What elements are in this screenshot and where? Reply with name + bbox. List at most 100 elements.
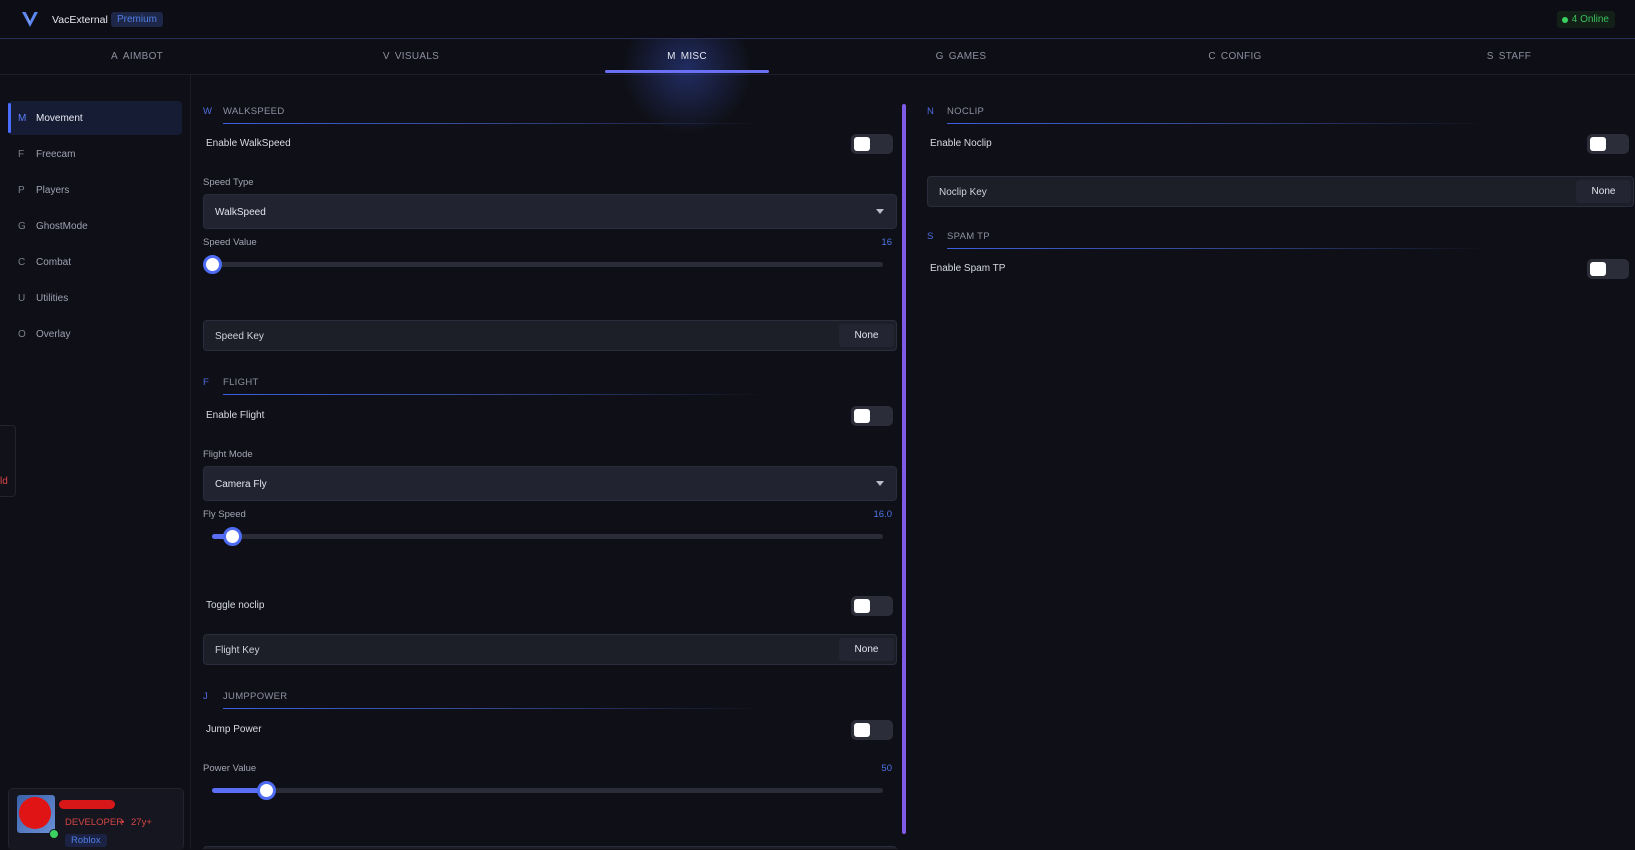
tab-key: S: [1486, 51, 1494, 62]
section-divider: [947, 248, 1487, 249]
section-header-noclip: N NOCLIP: [924, 102, 1635, 124]
toggle-knob: [1590, 262, 1606, 276]
sidebar-item-label: Utilities: [36, 292, 69, 304]
tab-visuals[interactable]: V VISUALS: [343, 39, 479, 74]
sidebar-item-overlay[interactable]: O Overlay: [8, 317, 182, 351]
sidebar-item-label: Overlay: [36, 328, 71, 340]
section-divider: [223, 394, 763, 395]
jump-power-toggle[interactable]: [851, 720, 893, 740]
nav-key: P: [18, 184, 25, 196]
main-tabs: A AIMBOT V VISUALS M MISC G GAMES C CONFIG SS…: [0, 39, 1635, 139]
tab-key: C: [1208, 51, 1216, 62]
slider-thumb[interactable]: [223, 527, 242, 546]
section-header-walkspeed: W WALKSPEED: [200, 102, 900, 124]
keybind-label: Speed Key: [215, 331, 264, 342]
nav-key: O: [18, 328, 26, 340]
tab-aimbot[interactable]: A AIMBOT: [69, 39, 205, 74]
chevron-down-icon: [876, 209, 884, 214]
toggle-knob: [854, 599, 870, 613]
right-settings-panel: N NOCLIP Enable Noclip Noclip Key None S…: [924, 90, 1635, 390]
online-dot-icon: [1561, 16, 1568, 23]
toggle-knob: [854, 409, 870, 423]
active-tab-indicator: [605, 70, 769, 73]
sidebar-item-movement[interactable]: M Movement: [8, 101, 182, 135]
tab-key: M: [667, 51, 676, 62]
section-key: N: [927, 106, 934, 117]
tab-key: G: [935, 51, 944, 62]
sidebar-item-label: Freecam: [36, 148, 76, 160]
sidebar-item-label: Combat: [36, 256, 72, 268]
noclip-key-bind[interactable]: Noclip Key None: [927, 176, 1634, 207]
section-divider: [223, 123, 763, 124]
tab-misc[interactable]: M MISC: [617, 39, 757, 74]
enable-flight-toggle[interactable]: [851, 406, 893, 426]
nav-key: G: [18, 220, 26, 232]
slider-track: [212, 534, 883, 539]
nav-key: C: [18, 256, 26, 268]
slider-track: [212, 262, 883, 267]
slider-track: [212, 788, 883, 793]
section-title: SPAM TP: [947, 231, 990, 242]
section-title: FLIGHT: [223, 377, 259, 388]
title-bar: VacExternal Premium 4 Online: [0, 0, 1635, 39]
avatar: [17, 795, 55, 833]
tab-staff[interactable]: S STAFF: [1441, 39, 1577, 74]
tab-label: CONFIG: [1220, 51, 1262, 62]
section-title: JUMPPOWER: [223, 691, 288, 702]
speed-key-bind[interactable]: Speed Key None: [203, 320, 897, 351]
power-value-slider[interactable]: [212, 779, 883, 801]
sidebar-item-freecam[interactable]: F Freecam: [8, 137, 182, 171]
dropdown-value: Camera Fly: [215, 479, 267, 490]
online-count: 4 Online: [1571, 14, 1609, 25]
speed-type-dropdown[interactable]: WalkSpeed: [203, 194, 897, 229]
keybind-label: Flight Key: [215, 645, 260, 656]
dropdown-value: WalkSpeed: [215, 207, 266, 218]
tab-key: A: [110, 51, 118, 62]
toggle-noclip-toggle[interactable]: [851, 596, 893, 616]
sidebar-item-label: GhostMode: [36, 220, 88, 232]
sidebar-item-label: Players: [36, 184, 70, 196]
sidebar-item-ghostmode[interactable]: G GhostMode: [8, 209, 182, 243]
enable-noclip-toggle[interactable]: [1587, 134, 1629, 154]
speed-value-readout: 16: [881, 237, 892, 248]
power-value-readout: 50: [881, 763, 892, 774]
keybind-button[interactable]: None: [839, 638, 894, 661]
speed-value-label: Speed Value: [203, 237, 257, 248]
speed-value-slider[interactable]: [203, 253, 883, 275]
panel-scrollbar[interactable]: [902, 104, 906, 834]
toggle-knob: [1590, 137, 1606, 151]
section-key: S: [927, 231, 934, 242]
section-key: F: [203, 377, 209, 388]
section-divider: [947, 123, 1487, 124]
avatar-redaction: [19, 797, 51, 829]
profile-card[interactable]: DEVELOPER • 27y+ Roblox: [8, 788, 184, 850]
flight-key-bind[interactable]: Flight Key None: [203, 634, 897, 665]
tab-label: MISC: [680, 51, 707, 62]
toggle-knob: [854, 723, 870, 737]
toggle-knob: [854, 137, 870, 151]
flight-mode-dropdown[interactable]: Camera Fly: [203, 466, 897, 501]
section-key: J: [203, 691, 208, 702]
sidebar-item-players[interactable]: P Players: [8, 173, 182, 207]
tab-label: VISUALS: [394, 51, 440, 62]
speed-type-label: Speed Type: [203, 177, 254, 188]
nav-key: M: [18, 112, 27, 124]
sidebar-item-utilities[interactable]: U Utilities: [8, 281, 182, 315]
enable-walkspeed-toggle[interactable]: [851, 134, 893, 154]
profile-separator: •: [121, 817, 125, 828]
username-redaction: [59, 800, 115, 809]
flight-mode-label: Flight Mode: [203, 449, 253, 460]
tab-config[interactable]: C CONFIG: [1167, 39, 1303, 74]
keybind-button[interactable]: None: [839, 324, 894, 347]
profile-role: DEVELOPER: [65, 817, 124, 828]
online-dot-icon: [49, 829, 59, 839]
enable-spam-tp-toggle[interactable]: [1587, 259, 1629, 279]
slider-thumb[interactable]: [203, 255, 222, 274]
tab-games[interactable]: G GAMES: [893, 39, 1029, 74]
fly-speed-slider[interactable]: [212, 525, 883, 547]
slider-thumb[interactable]: [257, 781, 276, 800]
jump-power-label: Jump Power: [206, 724, 262, 735]
sidebar-item-combat[interactable]: C Combat: [8, 245, 182, 279]
keybind-button[interactable]: None: [1576, 180, 1631, 203]
section-key: W: [203, 106, 212, 117]
